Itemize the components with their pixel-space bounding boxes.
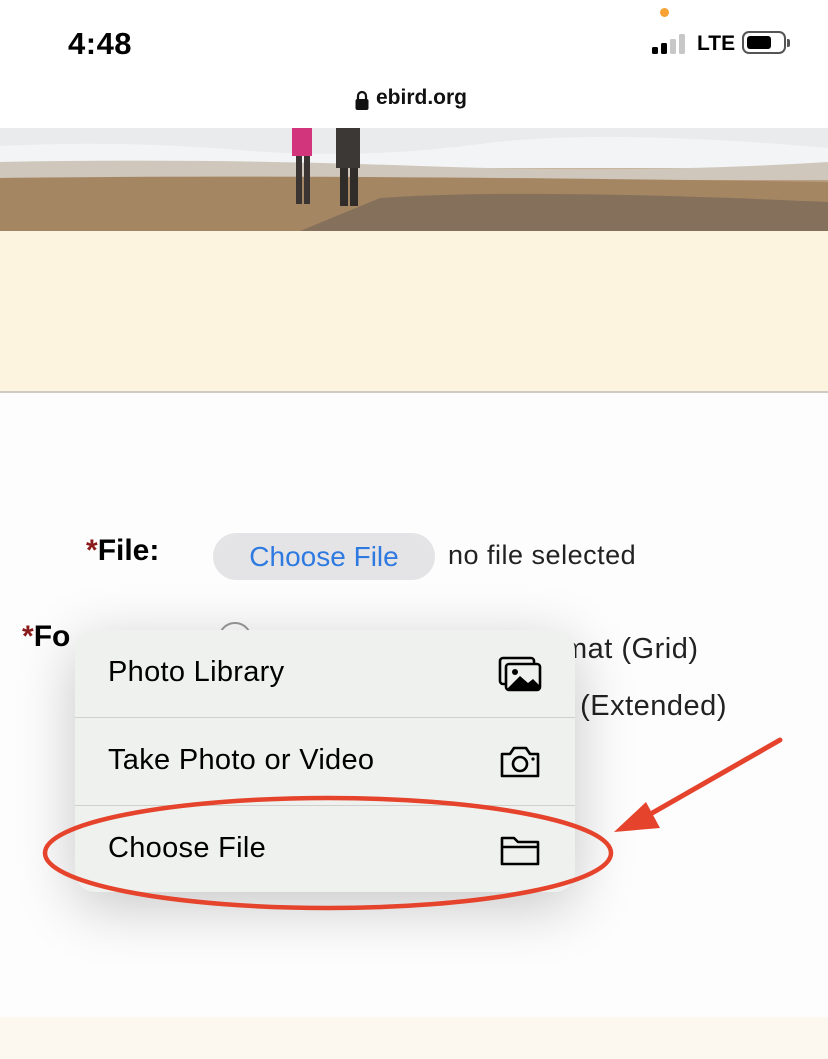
menu-item-choose-file[interactable]: Choose File [75, 805, 575, 892]
folder-icon [500, 836, 540, 866]
photo-library-icon [498, 656, 542, 692]
signal-strength-icon [652, 34, 692, 54]
camera-icon [500, 746, 540, 778]
menu-item-photo-library[interactable]: Photo Library [75, 630, 575, 717]
file-source-menu: Photo Library Take Photo or Video Choose… [75, 630, 575, 892]
menu-item-take-photo[interactable]: Take Photo or Video [75, 717, 575, 805]
menu-item-label: Photo Library [108, 656, 285, 688]
format-label-text: Fo [33, 620, 71, 653]
status-time: 4:48 [68, 26, 133, 61]
file-status-text: no file selected [448, 540, 637, 570]
format-field-label: *Fo [22, 620, 70, 654]
banner-area [0, 231, 828, 393]
network-type: LTE [697, 32, 736, 55]
file-field-label: *File: [86, 534, 159, 568]
url-text: ebird.org [376, 86, 468, 109]
page-bottom-band [0, 1017, 828, 1059]
file-label-text: File: [97, 534, 160, 567]
menu-item-label: Choose File [108, 832, 267, 864]
battery-icon [742, 31, 790, 54]
format-option-grid[interactable]: mat (Grid) [563, 633, 699, 666]
required-asterisk: * [22, 620, 34, 653]
address-bar[interactable]: ebird.org [0, 80, 828, 128]
lock-icon [355, 90, 369, 110]
format-option-extended[interactable]: t (Extended) [563, 690, 727, 723]
choose-file-button[interactable]: Choose File [213, 533, 435, 580]
required-asterisk: * [86, 534, 98, 567]
mic-indicator-icon [660, 8, 669, 17]
status-bar: 4:48 LTE [0, 0, 828, 80]
menu-item-label: Take Photo or Video [108, 744, 375, 776]
header-photo [0, 128, 828, 231]
